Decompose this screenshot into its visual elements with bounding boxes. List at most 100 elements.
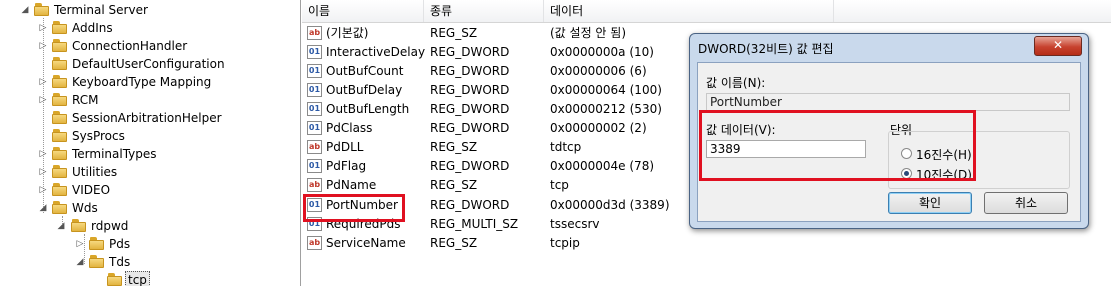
value-type: REG_DWORD [430, 102, 510, 116]
binary-value-icon: 01 [307, 64, 322, 78]
value-name: OutBufLength [326, 102, 410, 116]
string-value-icon: ab [307, 140, 322, 154]
collapse-icon[interactable]: ◢ [38, 202, 48, 214]
value-type: REG_SZ [430, 178, 478, 192]
hex-radio[interactable] [901, 148, 912, 159]
value-type: REG_SZ [430, 236, 478, 250]
column-header-data[interactable]: 데이터 [544, 0, 834, 22]
list-header: 이름 종류 데이터 [302, 0, 1111, 23]
tree-item-label: Wds [72, 201, 98, 215]
tree-item-label: TerminalTypes [72, 147, 157, 161]
expand-icon[interactable]: ▷ [38, 40, 48, 52]
hex-radio-label[interactable]: 16진수(H) [916, 146, 972, 163]
tree-item-label: Tds [109, 255, 131, 269]
tree-item-label: Terminal Server [54, 3, 148, 17]
table-row[interactable]: ab ServiceName REG_SZ tcpip [302, 234, 1111, 253]
binary-value-icon: 01 [307, 102, 322, 116]
base-radio-group: 16진수(H) 10진수(D) [888, 131, 1070, 189]
string-value-icon: ab [307, 26, 322, 40]
expand-icon[interactable]: ▷ [75, 238, 85, 250]
value-type: REG_DWORD [430, 45, 510, 59]
value-name: PortNumber [326, 198, 398, 212]
dword-edit-dialog: DWORD(32비트) 값 편집 ✕ 값 이름(N): PortNumber 값… [689, 33, 1089, 229]
expand-icon[interactable]: ▷ [38, 184, 48, 196]
cancel-button[interactable]: 취소 [984, 192, 1068, 214]
tree-item-label: Utilities [72, 165, 118, 179]
value-name: RequiredPds [326, 217, 401, 231]
value-name: (기본값) [326, 26, 369, 40]
value-name: PdDLL [326, 140, 364, 154]
folder-icon [89, 237, 105, 251]
value-name: PdName [326, 178, 377, 192]
tree-item-label: VIDEO [72, 183, 111, 197]
binary-value-icon: 01 [307, 45, 322, 59]
value-type: REG_SZ [430, 26, 478, 40]
folder-icon [52, 183, 68, 197]
column-header-type[interactable]: 종류 [424, 0, 544, 22]
folder-icon [52, 75, 68, 89]
expand-icon[interactable]: ▷ [38, 166, 48, 178]
value-name: OutBufCount [326, 64, 404, 78]
dialog-body: 값 이름(N): PortNumber 값 데이터(V): 3389 단위 16… [697, 62, 1081, 222]
decimal-radio[interactable] [901, 168, 912, 179]
value-data: 0x00000002 (2) [550, 121, 647, 135]
folder-icon [52, 93, 68, 107]
value-type: REG_DWORD [430, 83, 510, 97]
folder-open-icon [71, 219, 87, 233]
ok-button[interactable]: 확인 [888, 192, 972, 214]
tree-item-label-selected: tcp [125, 271, 150, 286]
close-button[interactable]: ✕ [1034, 36, 1082, 56]
tree-item-label: DefaultUserConfiguration [72, 57, 225, 71]
collapse-icon[interactable]: ◢ [75, 256, 85, 268]
folder-icon [52, 111, 68, 125]
value-name: InteractiveDelay [326, 45, 426, 59]
binary-value-icon: 01 [307, 83, 322, 97]
tree-item-label: AddIns [72, 21, 113, 35]
value-name-field: PortNumber [706, 93, 1070, 111]
expand-icon[interactable]: ▷ [38, 94, 48, 106]
value-data: 0x00000006 (6) [550, 64, 647, 78]
value-type: REG_MULTI_SZ [430, 217, 519, 231]
value-data: tdtcp [550, 140, 582, 154]
tree-item-label: KeyboardType Mapping [72, 75, 212, 89]
column-header-name[interactable]: 이름 [302, 0, 424, 22]
folder-open-icon [34, 3, 50, 17]
tree-item-label: ConnectionHandler [72, 39, 188, 53]
expand-icon[interactable]: ▷ [38, 22, 48, 34]
decimal-radio-label[interactable]: 10진수(D) [916, 166, 972, 183]
folder-icon [52, 21, 68, 35]
value-type: REG_DWORD [430, 198, 510, 212]
value-data: tcp [550, 178, 569, 192]
value-name: ServiceName [326, 236, 406, 250]
registry-key-tree[interactable]: ◢ Terminal Server ▷ AddIns ▷ ConnectionH… [0, 0, 301, 286]
value-data-label: 값 데이터(V): [706, 123, 776, 137]
folder-icon [52, 165, 68, 179]
expand-icon[interactable]: ▷ [38, 148, 48, 160]
tree-item-label: SessionArbitrationHelper [72, 111, 222, 125]
folder-icon [52, 129, 68, 143]
tree-item-label: rdpwd [91, 219, 129, 233]
folder-icon [52, 57, 68, 71]
value-data: 0x0000004e (78) [550, 159, 655, 173]
value-data-input[interactable]: 3389 [706, 140, 866, 158]
dialog-title: DWORD(32비트) 값 편집 [698, 42, 834, 56]
collapse-icon[interactable]: ◢ [56, 220, 66, 232]
string-value-icon: ab [307, 236, 322, 250]
tree-item-label: RCM [72, 93, 99, 107]
value-data: tcpip [550, 236, 580, 250]
value-type: REG_SZ [430, 140, 478, 154]
value-data: 0x00000064 (100) [550, 83, 662, 97]
folder-open-icon [89, 255, 105, 269]
tree-item-label: SysProcs [72, 129, 125, 143]
value-type: REG_DWORD [430, 121, 510, 135]
value-name: PdClass [326, 121, 373, 135]
value-name-label: 값 이름(N): [706, 76, 766, 90]
binary-value-icon: 01 [307, 159, 322, 173]
value-data: 0x00000d3d (3389) [550, 198, 670, 212]
binary-value-icon: 01 [307, 198, 322, 212]
value-name: OutBufDelay [326, 83, 403, 97]
collapse-icon[interactable]: ◢ [20, 4, 30, 16]
binary-value-icon: 01 [307, 217, 322, 231]
expand-icon[interactable]: ▷ [38, 76, 48, 88]
folder-icon [52, 147, 68, 161]
